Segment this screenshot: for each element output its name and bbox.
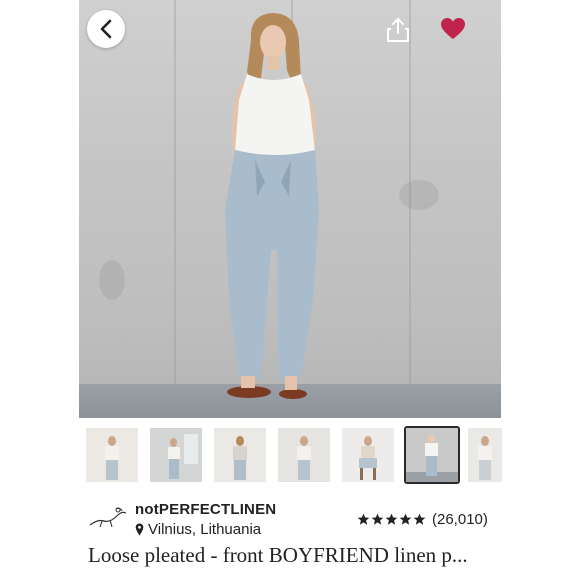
star-icon: [371, 513, 384, 525]
favorite-heart-icon[interactable]: [440, 17, 466, 41]
star-icon: [385, 513, 398, 525]
product-main-photo[interactable]: [79, 0, 501, 418]
seller-logo-icon[interactable]: [88, 505, 130, 529]
seller-rating[interactable]: (26,010): [357, 511, 488, 528]
listing-title[interactable]: Loose pleated - front BOYFRIEND linen p.…: [88, 543, 508, 568]
seller-location: Vilnius, Lithuania: [135, 521, 261, 538]
rating-count: (26,010): [432, 511, 488, 528]
share-icon[interactable]: [384, 16, 412, 44]
seller-location-text: Vilnius, Lithuania: [148, 521, 262, 538]
back-button[interactable]: [87, 10, 125, 48]
star-icon: [413, 513, 426, 525]
star-icon: [399, 513, 412, 525]
thumbnail[interactable]: [468, 428, 502, 482]
chevron-left-icon: [100, 19, 112, 39]
thumbnail[interactable]: [278, 428, 330, 482]
seller-name[interactable]: notPERFECTLINEN: [135, 501, 276, 518]
map-pin-icon: [135, 523, 144, 536]
thumbnail[interactable]: [214, 428, 266, 482]
thumbnail[interactable]: [342, 428, 394, 482]
thumbnail-selected[interactable]: [404, 426, 460, 484]
thumbnail[interactable]: [150, 428, 202, 482]
star-icon: [357, 513, 370, 525]
thumbnail[interactable]: [86, 428, 138, 482]
model-figure: [225, 13, 319, 399]
thumbnail-strip: [86, 426, 506, 484]
rating-stars: [357, 513, 426, 526]
